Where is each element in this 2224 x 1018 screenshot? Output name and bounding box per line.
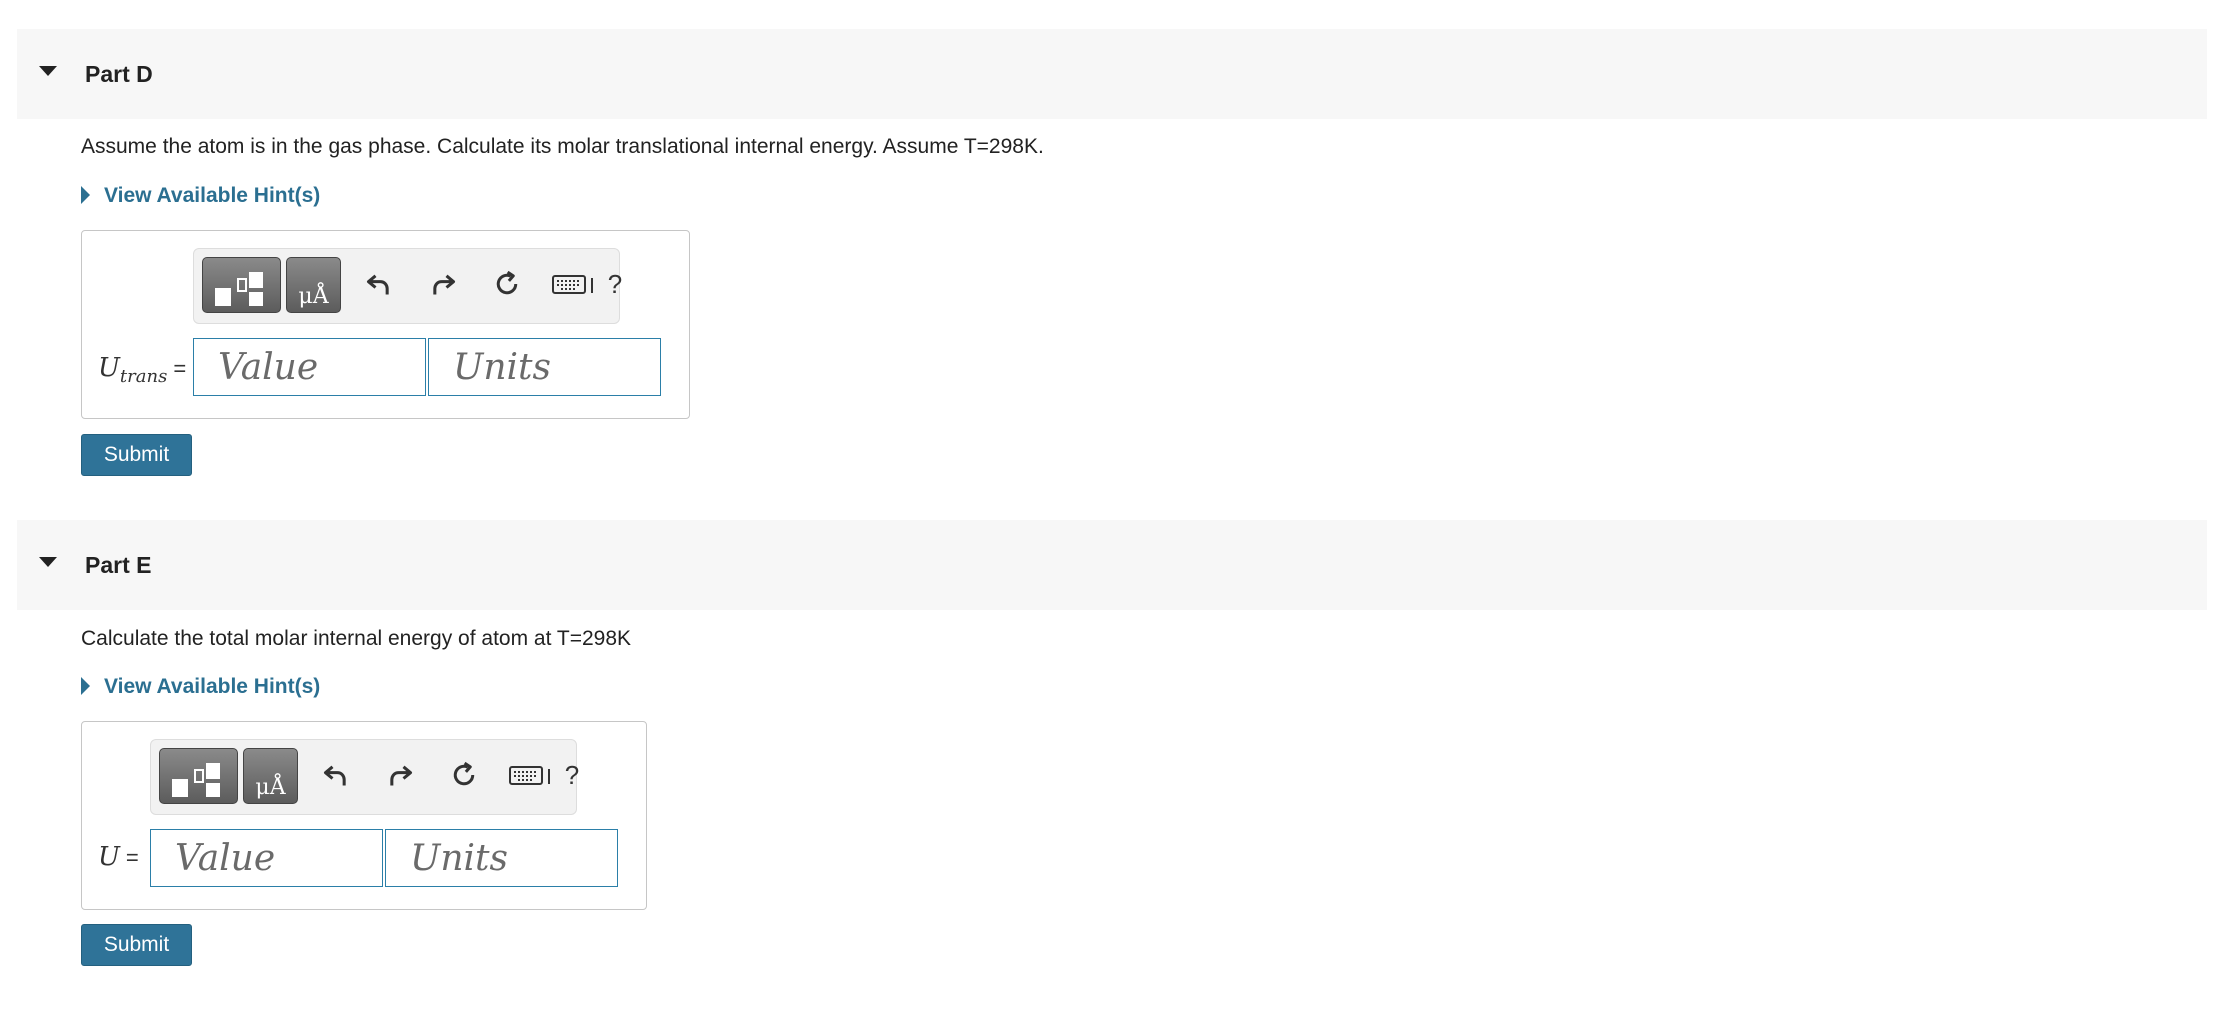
expand-triangle-icon [81,185,90,204]
units-button[interactable]: μÅ [286,257,341,313]
units-glyph: μÅ [255,775,286,800]
keyboard-icon[interactable] [509,758,553,792]
variable-subscript: trans [119,366,168,388]
variable-symbol: U [98,842,120,872]
reset-icon[interactable] [447,758,481,792]
collapse-caret-icon[interactable] [39,557,57,567]
reset-icon[interactable] [490,267,524,301]
collapse-caret-icon[interactable] [39,66,57,76]
part-e-header[interactable]: Part E [17,520,2207,610]
variable-label: U = [98,842,139,872]
templates-button[interactable] [159,748,238,804]
undo-icon[interactable] [319,758,353,792]
expand-triangle-icon [81,676,90,695]
redo-icon[interactable] [383,758,417,792]
template-block-icon [237,278,247,292]
template-block-icon [206,763,220,779]
redo-icon[interactable] [426,267,460,301]
template-block-icon [249,272,263,288]
hint-label: View Available Hint(s) [104,184,321,207]
variable-symbol: U [98,353,120,383]
template-block-icon [172,779,188,797]
math-toolbar: μÅ ? [150,739,579,815]
part-d-title: Part D [85,61,153,87]
hint-label: View Available Hint(s) [104,675,321,698]
math-toolbar: μÅ ? [193,248,622,324]
units-input[interactable] [385,829,618,887]
units-glyph: μÅ [298,284,329,309]
part-e-title: Part E [85,552,152,578]
part-e-answer-box: μÅ ? U = [81,721,647,910]
template-block-icon [194,769,204,783]
units-button[interactable]: μÅ [243,748,298,804]
part-d-hint-toggle[interactable]: View Available Hint(s) [81,181,320,211]
help-button[interactable]: ? [555,758,589,792]
part-e-question: Calculate the total molar internal energ… [81,627,632,650]
value-input[interactable] [193,338,426,396]
part-e-submit-button[interactable]: Submit [81,924,192,966]
undo-icon[interactable] [362,267,396,301]
equals-sign: = [125,845,139,870]
value-input[interactable] [150,829,383,887]
template-block-icon [249,292,263,306]
templates-button[interactable] [202,257,281,313]
part-d-answer-box: μÅ ? Utrans = [81,230,690,419]
equals-sign: = [173,356,187,381]
part-d-header[interactable]: Part D [17,29,2207,119]
part-d-question: Assume the atom is in the gas phase. Cal… [81,135,1044,158]
part-e-hint-toggle[interactable]: View Available Hint(s) [81,672,320,702]
template-block-icon [206,783,220,797]
help-button[interactable]: ? [598,267,632,301]
variable-label: Utrans = [98,353,186,387]
keyboard-icon[interactable] [552,267,596,301]
part-d-submit-button[interactable]: Submit [81,434,192,476]
units-input[interactable] [428,338,661,396]
template-block-icon [215,288,231,306]
